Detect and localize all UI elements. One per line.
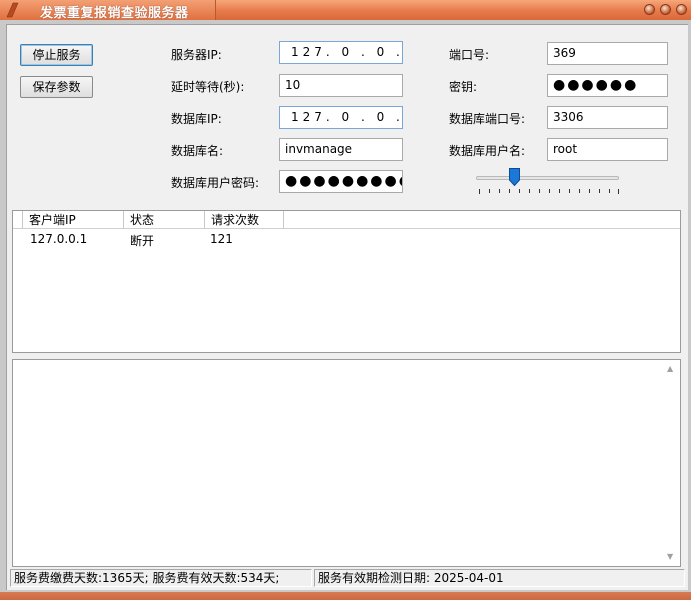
db-password-input[interactable]: ●●●●●●●●●●●● xyxy=(279,170,403,193)
stop-service-button[interactable]: 停止服务 xyxy=(20,44,93,66)
server-ip-label: 服务器IP: xyxy=(171,48,222,62)
close-button[interactable] xyxy=(676,4,687,15)
log-scrollbar[interactable]: ▲ ▼ xyxy=(663,360,680,566)
db-port-input[interactable]: 3306 xyxy=(547,106,668,129)
db-user-input[interactable]: root xyxy=(547,138,668,161)
slider-ticks xyxy=(479,189,619,194)
delay-label: 延时等待(秒): xyxy=(171,80,245,94)
key-input[interactable]: ●●●●●● xyxy=(547,74,668,97)
status-check-date: 服务有效期检测日期: 2025-04-01 xyxy=(314,569,685,587)
slider-track[interactable] xyxy=(476,176,619,180)
row-0-client-ip[interactable]: 127.0.0.1 xyxy=(30,232,87,246)
key-label: 密钥: xyxy=(449,80,478,94)
col-status[interactable]: 状态 xyxy=(124,211,205,229)
server-ip-input[interactable]: 127. 0 . 0 . 1 xyxy=(279,41,403,64)
slider-thumb[interactable] xyxy=(509,168,520,186)
db-port-label: 数据库端口号: xyxy=(449,112,526,126)
db-password-label: 数据库用户密码: xyxy=(171,176,260,190)
minimize-button[interactable] xyxy=(644,4,655,15)
maximize-button[interactable] xyxy=(660,4,671,15)
scroll-down-icon[interactable]: ▼ xyxy=(667,552,673,561)
port-input[interactable]: 369 xyxy=(547,42,668,65)
status-fee-days: 服务费缴费天数:1365天; 服务费有效天数:534天; xyxy=(10,569,312,587)
db-name-label: 数据库名: xyxy=(171,144,224,158)
col-client-ip[interactable]: 客户端IP xyxy=(23,211,124,229)
save-params-button[interactable]: 保存参数 xyxy=(20,76,93,98)
client-list-header: 客户端IP 状态 请求次数 xyxy=(13,211,680,229)
col-request-count[interactable]: 请求次数 xyxy=(205,211,284,229)
client-list[interactable]: 客户端IP 状态 请求次数 127.0.0.1 断开 121 xyxy=(12,210,681,353)
row-0-status: 断开 xyxy=(130,234,155,248)
log-textarea[interactable]: ▲ ▼ xyxy=(12,359,681,567)
title-bar[interactable]: 发票重复报销查验服务器 xyxy=(0,0,691,21)
db-ip-input[interactable]: 127. 0 . 0 . 1 xyxy=(279,106,403,129)
window-menu-icon[interactable] xyxy=(4,2,20,18)
scroll-up-icon[interactable]: ▲ xyxy=(667,364,673,373)
port-label: 端口号: xyxy=(449,48,490,62)
bottom-border xyxy=(0,592,691,600)
db-user-label: 数据库用户名: xyxy=(449,144,526,158)
delay-input[interactable]: 10 xyxy=(279,74,403,97)
window-title: 发票重复报销查验服务器 xyxy=(40,6,189,21)
row-0-request-count: 121 xyxy=(210,232,233,246)
header-spacer xyxy=(13,211,23,229)
status-bar: 服务费缴费天数:1365天; 服务费有效天数:534天; 服务有效期检测日期: … xyxy=(10,569,685,588)
db-ip-label: 数据库IP: xyxy=(171,112,222,126)
db-name-input[interactable]: invmanage xyxy=(279,138,403,161)
